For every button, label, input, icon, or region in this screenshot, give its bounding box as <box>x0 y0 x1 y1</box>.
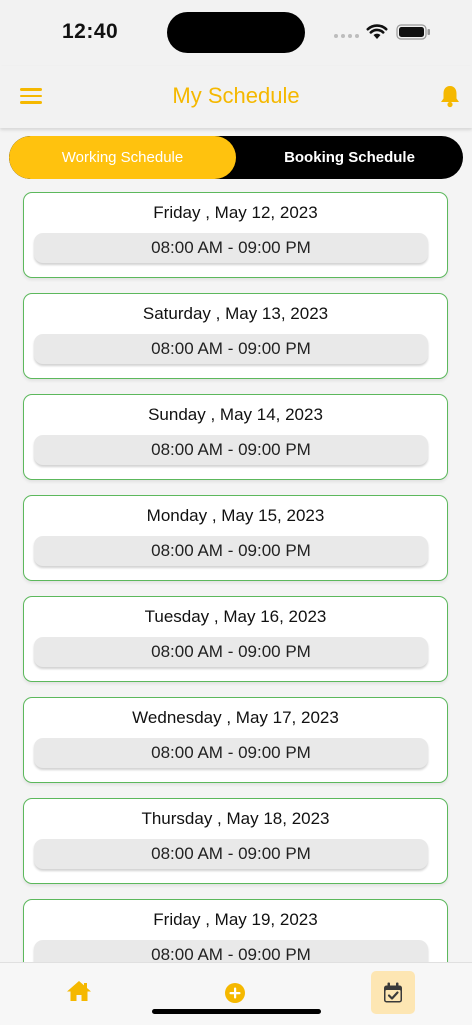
schedule-date: Friday , May 12, 2023 <box>153 203 318 222</box>
schedule-date: Tuesday , May 16, 2023 <box>144 607 327 626</box>
status-bar: 12:40 <box>0 0 472 66</box>
schedule-hours[interactable]: 08:00 AM - 09:00 PM <box>34 738 428 768</box>
add-circle-icon[interactable] <box>224 982 246 1004</box>
tab-booking-schedule[interactable]: Booking Schedule <box>236 136 463 179</box>
schedule-hours[interactable]: 08:00 AM - 09:00 PM <box>34 536 428 566</box>
schedule-card[interactable]: Friday , May 12, 2023 08:00 AM - 09:00 P… <box>23 192 448 278</box>
status-time: 12:40 <box>62 20 119 43</box>
schedule-card[interactable]: Thursday , May 18, 2023 08:00 AM - 09:00… <box>23 798 448 884</box>
schedule-hours[interactable]: 08:00 AM - 09:00 PM <box>34 940 428 962</box>
schedule-card[interactable]: Monday , May 15, 2023 08:00 AM - 09:00 P… <box>23 495 448 581</box>
schedule-date: Friday , May 19, 2023 <box>153 910 318 929</box>
bottom-nav <box>0 962 472 1025</box>
home-indicator <box>152 1009 321 1014</box>
cellular-signal-icon <box>334 34 359 38</box>
notification-bell-icon[interactable] <box>439 84 461 108</box>
page-title: My Schedule <box>172 83 300 108</box>
schedule-date: Wednesday , May 17, 2023 <box>132 708 339 727</box>
schedule-hours[interactable]: 08:00 AM - 09:00 PM <box>34 233 428 263</box>
schedule-date: Saturday , May 13, 2023 <box>142 304 329 323</box>
schedule-date: Sunday , May 14, 2023 <box>148 405 323 424</box>
schedule-card[interactable]: Sunday , May 14, 2023 08:00 AM - 09:00 P… <box>23 394 448 480</box>
schedule-date: Monday , May 15, 2023 <box>146 506 325 525</box>
schedule-card[interactable]: Saturday , May 13, 2023 08:00 AM - 09:00… <box>23 293 448 379</box>
schedule-card[interactable]: Friday , May 19, 2023 08:00 AM - 09:00 P… <box>23 899 448 962</box>
wifi-icon <box>366 24 388 39</box>
schedule-list[interactable]: Friday , May 12, 2023 08:00 AM - 09:00 P… <box>0 192 472 962</box>
schedule-hours[interactable]: 08:00 AM - 09:00 PM <box>34 334 428 364</box>
battery-icon <box>396 24 430 40</box>
schedule-tabs: Working Schedule Booking Schedule <box>9 136 463 179</box>
schedule-hours[interactable]: 08:00 AM - 09:00 PM <box>34 637 428 667</box>
tab-working-schedule[interactable]: Working Schedule <box>9 136 236 179</box>
calendar-check-icon <box>384 982 402 1002</box>
nav-schedule-button[interactable] <box>371 971 415 1014</box>
app-header: My Schedule <box>0 66 472 128</box>
dynamic-island <box>167 12 305 53</box>
schedule-card[interactable]: Tuesday , May 16, 2023 08:00 AM - 09:00 … <box>23 596 448 682</box>
home-icon[interactable] <box>66 980 92 1002</box>
schedule-hours[interactable]: 08:00 AM - 09:00 PM <box>34 435 428 465</box>
schedule-hours[interactable]: 08:00 AM - 09:00 PM <box>34 839 428 869</box>
schedule-card[interactable]: Wednesday , May 17, 2023 08:00 AM - 09:0… <box>23 697 448 783</box>
schedule-date: Thursday , May 18, 2023 <box>141 809 330 828</box>
